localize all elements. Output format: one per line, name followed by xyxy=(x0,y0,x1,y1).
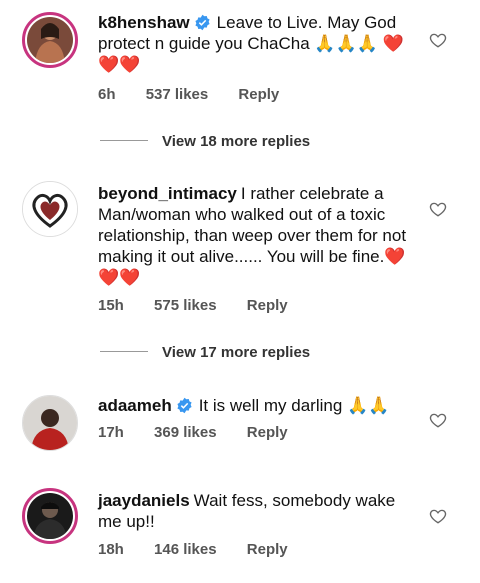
avatar-jaaydaniels[interactable] xyxy=(22,488,78,544)
comment-text: It is well my darling 🙏🙏 xyxy=(198,396,390,415)
comment-text-block: beyond_intimacy I rather celebrate a Man/… xyxy=(98,183,408,288)
view-more-label: View 18 more replies xyxy=(162,133,311,150)
likes-count[interactable]: 369 likes xyxy=(154,424,217,441)
heart-outline-icon[interactable] xyxy=(429,411,447,429)
avatar-k8henshaw[interactable] xyxy=(22,12,78,68)
comment-text-block: k8henshaw Leave to Live. May God protect … xyxy=(98,12,408,75)
view-more-label: View 17 more replies xyxy=(162,344,311,361)
timestamp: 17h xyxy=(98,424,124,441)
avatar-adaameh[interactable] xyxy=(22,395,78,451)
username[interactable]: k8henshaw xyxy=(98,13,190,32)
timestamp: 6h xyxy=(98,86,116,103)
likes-count[interactable]: 146 likes xyxy=(154,541,217,558)
heart-outline-icon[interactable] xyxy=(429,31,447,49)
heart-outline-icon[interactable] xyxy=(429,200,447,218)
reply-button[interactable]: Reply xyxy=(247,541,288,558)
divider-line xyxy=(100,140,148,141)
reply-button[interactable]: Reply xyxy=(247,297,288,314)
comment-text-block: jaaydaniels Wait fess, somebody wake me u… xyxy=(98,490,408,532)
view-more-replies[interactable]: View 17 more replies xyxy=(100,344,310,361)
timestamp: 18h xyxy=(98,541,124,558)
heart-outline-icon[interactable] xyxy=(429,507,447,525)
likes-count[interactable]: 537 likes xyxy=(146,86,209,103)
verified-badge-icon xyxy=(195,14,210,31)
comment-meta: 15h 575 likes Reply xyxy=(98,297,314,314)
view-more-replies[interactable]: View 18 more replies xyxy=(100,133,310,150)
username[interactable]: jaaydaniels xyxy=(98,491,190,510)
likes-count[interactable]: 575 likes xyxy=(154,297,217,314)
username[interactable]: beyond_intimacy xyxy=(98,184,237,203)
verified-badge-icon xyxy=(177,397,192,414)
comment-meta: 18h 146 likes Reply xyxy=(98,541,314,558)
reply-button[interactable]: Reply xyxy=(238,86,279,103)
username[interactable]: adaameh xyxy=(98,396,172,415)
avatar-beyond-intimacy[interactable] xyxy=(22,181,78,237)
comment-meta: 6h 537 likes Reply xyxy=(98,86,305,103)
comment-meta: 17h 369 likes Reply xyxy=(98,424,314,441)
divider-line xyxy=(100,351,148,352)
timestamp: 15h xyxy=(98,297,124,314)
reply-button[interactable]: Reply xyxy=(247,424,288,441)
comment-text-block: adaameh It is well my darling 🙏🙏 xyxy=(98,395,408,416)
